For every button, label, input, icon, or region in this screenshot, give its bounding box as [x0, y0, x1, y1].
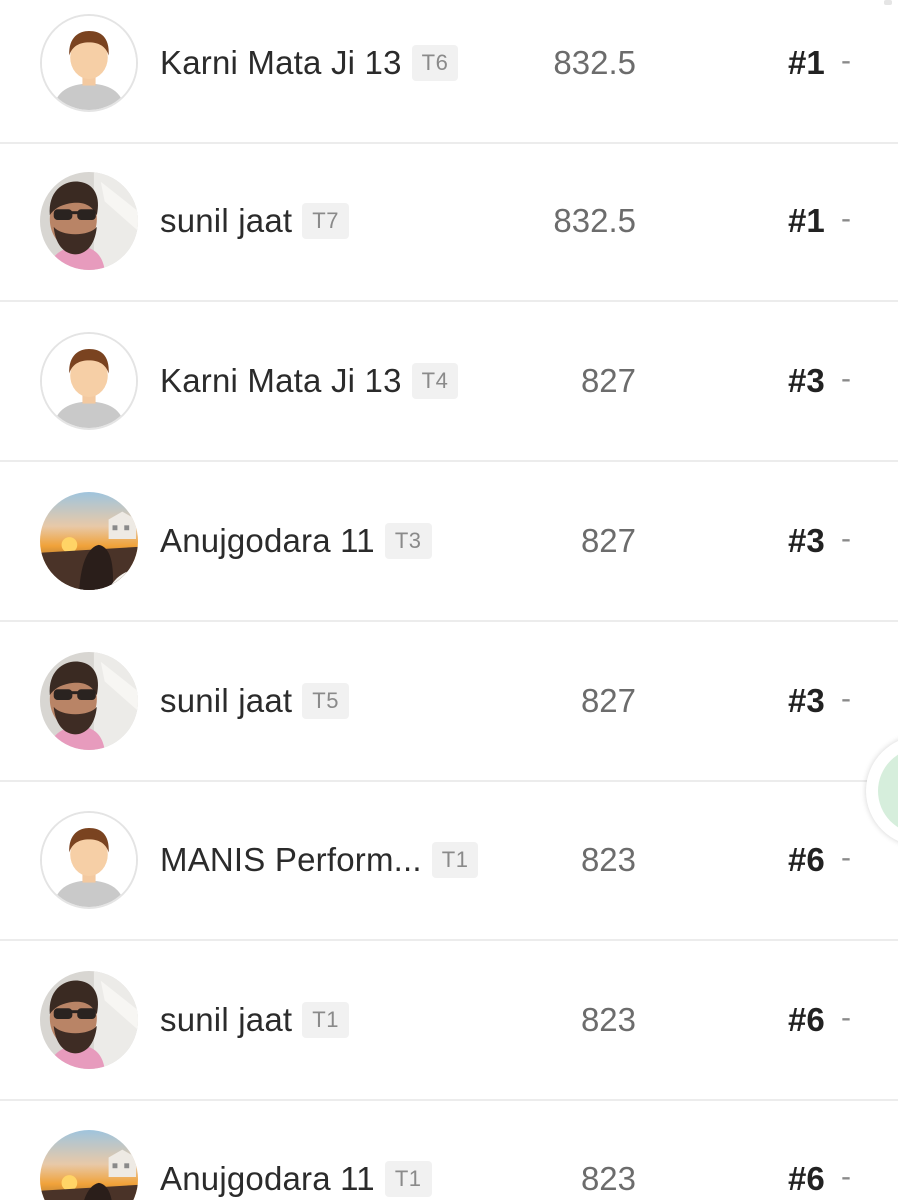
scrollbar-thumb[interactable]: [884, 0, 892, 5]
default-user-icon: [40, 14, 138, 112]
user-photo-sunglasses: [40, 172, 138, 270]
leaderboard-row[interactable]: sunil jaat T1 823 #6 -: [0, 943, 898, 1101]
points-value: 832.5: [553, 44, 636, 81]
player-name: Karni Mata Ji 13 T6: [160, 44, 459, 82]
team-badge: T1: [302, 1002, 349, 1038]
player-name: MANIS Perform... T1: [160, 841, 479, 879]
player-name: sunil jaat T5: [160, 682, 349, 720]
default-user-icon: [40, 811, 138, 909]
rank-value: #6: [788, 1001, 825, 1038]
team-badge: T4: [411, 363, 459, 399]
rank-change: -: [841, 1160, 851, 1193]
points-value: 827: [580, 522, 636, 559]
rank-change: -: [841, 362, 851, 395]
points-value: 823: [580, 1001, 636, 1038]
leaderboard-list: Karni Mata Ji 13 T6 832.5 #1 - sunil jaat…: [0, 0, 898, 1200]
rank-change: -: [841, 202, 851, 235]
team-badge: T6: [411, 45, 459, 81]
fab-inner-circle: [878, 748, 898, 834]
player-name: sunil jaat T1: [160, 1001, 349, 1039]
user-photo-sunglasses: [40, 652, 138, 750]
default-user-icon: [40, 332, 138, 430]
points-value: 827: [580, 682, 636, 719]
rank-value: #3: [788, 522, 825, 559]
rank-change: -: [841, 1001, 851, 1034]
rank-value: #6: [788, 841, 825, 878]
rank-value: #3: [788, 682, 825, 719]
player-name: Karni Mata Ji 13 T4: [160, 362, 459, 400]
user-photo-sunglasses: [40, 971, 138, 1069]
rank-change: -: [841, 44, 851, 77]
team-badge: T1: [431, 842, 479, 878]
team-badge: T1: [384, 1161, 432, 1197]
user-photo-sunset: [40, 492, 138, 590]
team-badge: T5: [302, 683, 349, 719]
player-name: sunil jaat T7: [160, 202, 349, 240]
rank-change: -: [841, 841, 851, 874]
rank-value: #6: [788, 1160, 825, 1197]
leaderboard-row[interactable]: Anujgodara 11 T1 823 #6 -: [0, 1102, 898, 1200]
player-name: Anujgodara 11 T1: [160, 1160, 432, 1198]
points-value: 823: [580, 841, 636, 878]
rank-value: #1: [788, 202, 825, 239]
leaderboard-row[interactable]: Karni Mata Ji 13 T6 832.5 #1 -: [0, 0, 898, 144]
leaderboard-row[interactable]: sunil jaat T5 827 #3 -: [0, 624, 898, 782]
points-value: 832.5: [553, 202, 636, 239]
rank-change: -: [841, 682, 851, 715]
team-badge: T3: [384, 523, 432, 559]
leaderboard-row[interactable]: Anujgodara 11 T3 827 #3 -: [0, 464, 898, 622]
user-photo-sunset: [40, 1130, 138, 1200]
rank-value: #3: [788, 362, 825, 399]
points-value: 823: [580, 1160, 636, 1197]
rank-change: -: [841, 522, 851, 555]
leaderboard-row[interactable]: Karni Mata Ji 13 T4 827 #3 -: [0, 304, 898, 462]
player-name: Anujgodara 11 T3: [160, 522, 432, 560]
leaderboard-row[interactable]: MANIS Perform... T1 823 #6 -: [0, 783, 898, 941]
rank-value: #1: [788, 44, 825, 81]
team-badge: T7: [302, 203, 349, 239]
leaderboard-row[interactable]: sunil jaat T7 832.5 #1 -: [0, 144, 898, 302]
points-value: 827: [580, 362, 636, 399]
